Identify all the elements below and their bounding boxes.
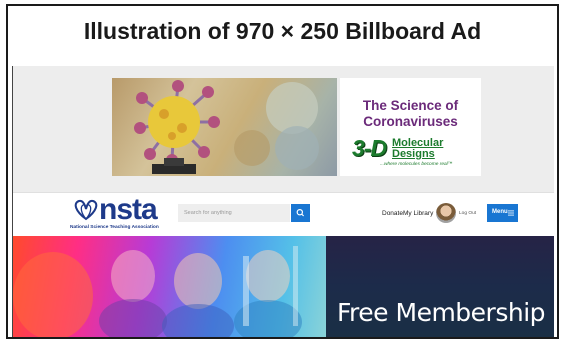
search-button[interactable] (291, 204, 310, 222)
hero-title[interactable]: Free Membership (337, 298, 546, 327)
hero-banner[interactable]: Free Membership (13, 236, 554, 337)
menu-icon (508, 210, 514, 216)
3d-molecular-designs-logo: 3-D Molecular Designs ...where molecules… (350, 135, 475, 171)
students-photo-illustration (13, 246, 302, 337)
menu-label: Menu (492, 209, 508, 215)
coronavirus-model-image[interactable] (112, 78, 337, 176)
website-preview: The Science of Coronaviruses 3-D Molecul… (12, 66, 554, 337)
billboard-ad[interactable]: The Science of Coronaviruses 3-D Molecul… (13, 66, 554, 192)
brand-tagline: ...where molecules become real™ (380, 162, 453, 167)
brand-mark: 3-D (352, 135, 387, 161)
ad-headline-line2: Coronaviruses (363, 114, 458, 129)
search-input[interactable] (178, 204, 290, 222)
coronavirus-illustration (134, 80, 319, 174)
figure-frame: Illustration of 970 × 250 Billboard Ad T… (6, 4, 559, 339)
ad-headline-line1: The Science of (362, 98, 459, 113)
nsta-logo-icon[interactable] (71, 197, 101, 223)
nsta-logo[interactable]: nsta (99, 193, 158, 227)
hero-students-image (13, 236, 326, 337)
avatar[interactable] (436, 203, 456, 223)
ad-copy-panel[interactable]: The Science of Coronaviruses 3-D Molecul… (340, 78, 481, 176)
nsta-logo-subtitle: National Science Teaching Association (70, 225, 159, 230)
my-library-link[interactable]: My Library (403, 210, 433, 217)
site-header: nsta National Science Teaching Associati… (13, 192, 554, 237)
search-icon (296, 208, 305, 217)
brand-name-line2: Designs (392, 148, 435, 160)
figure-caption: Illustration of 970 × 250 Billboard Ad (83, 18, 482, 44)
logout-link[interactable]: Log Out (459, 211, 476, 216)
donate-link[interactable]: Donate (382, 210, 403, 217)
menu-button[interactable]: Menu (487, 204, 518, 222)
